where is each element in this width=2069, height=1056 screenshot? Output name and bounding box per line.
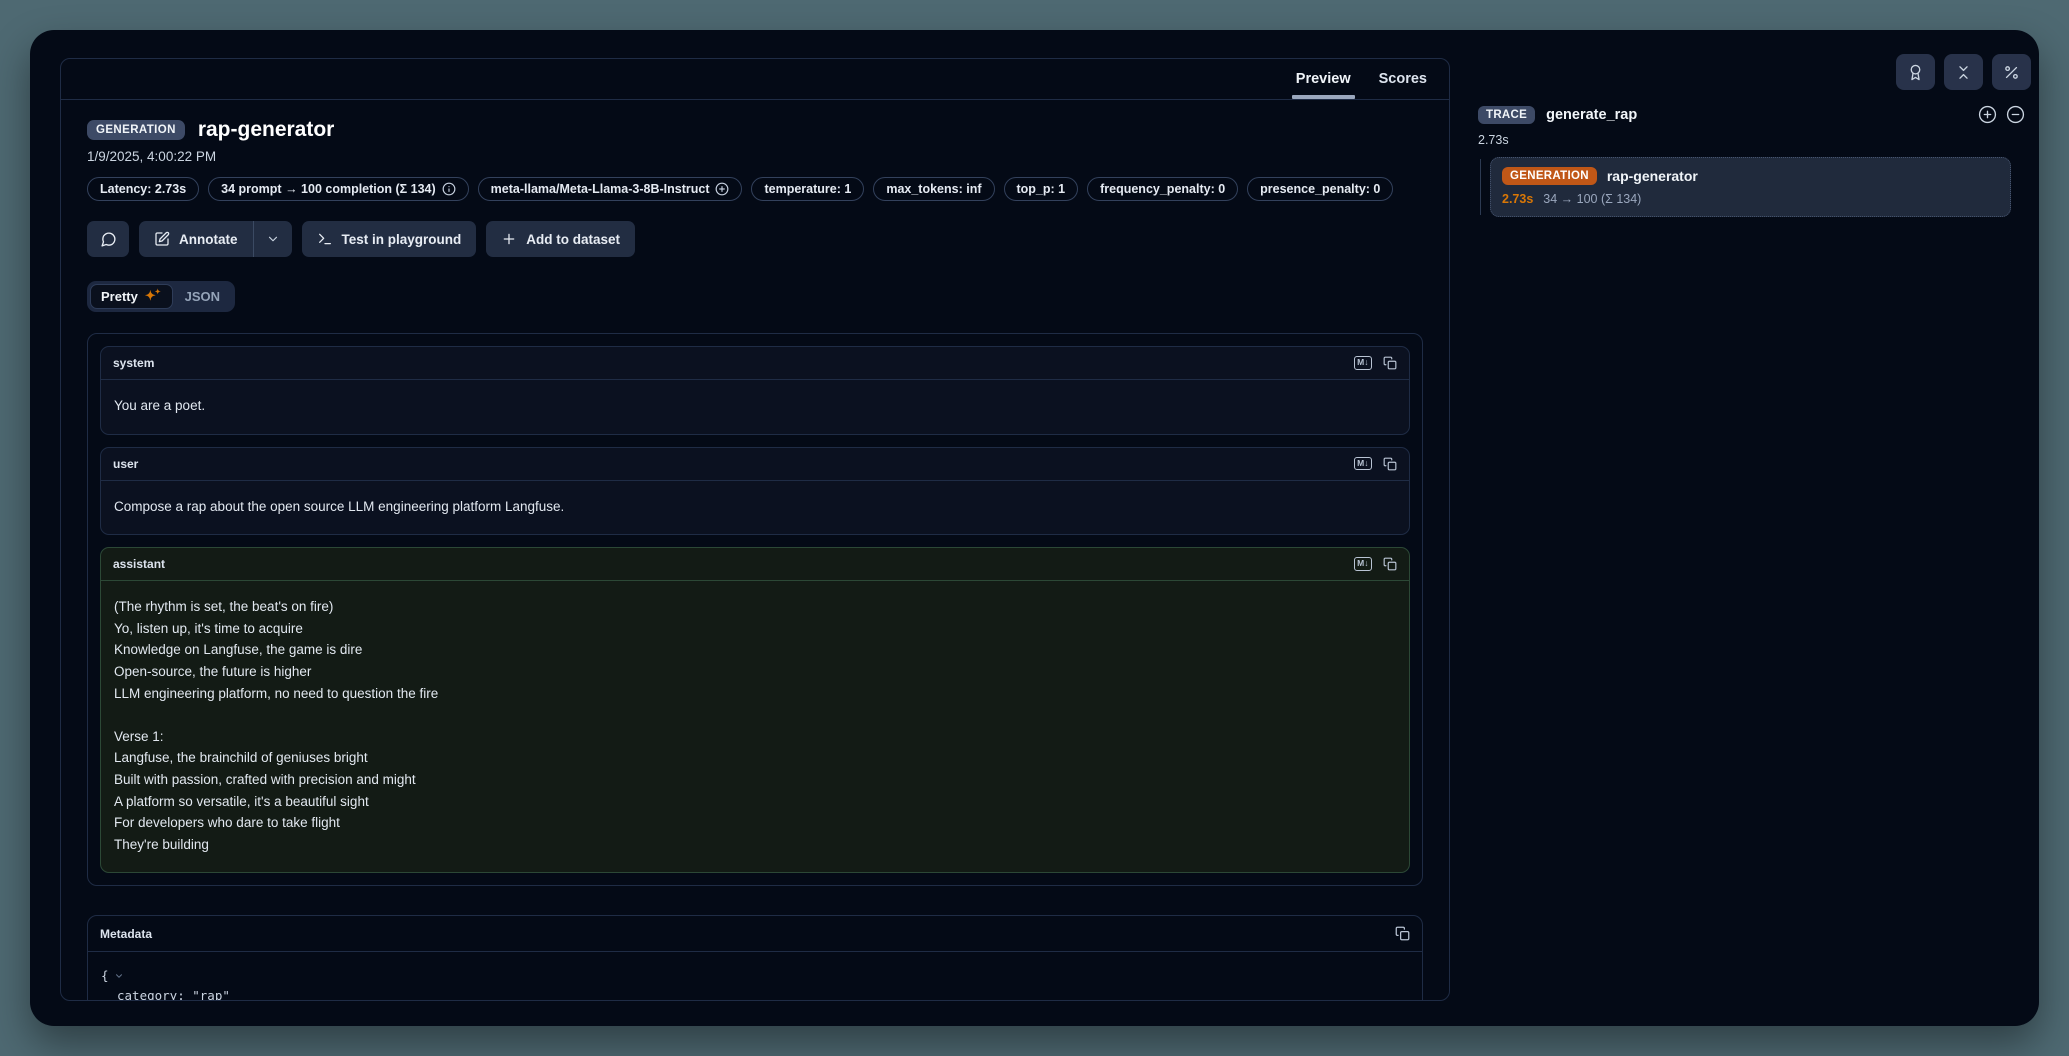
observation-title: rap-generator (198, 118, 335, 142)
token-usage-label: 34 prompt → 100 completion (Σ 134) (221, 182, 436, 196)
assistant-message-content[interactable]: (The rhythm is set, the beat's on fire) … (101, 581, 1409, 872)
plus-icon (501, 231, 517, 247)
trace-type-badge: TRACE (1478, 106, 1535, 124)
collapse-all-icon[interactable] (2006, 105, 2025, 124)
model-label: meta-llama/Meta-Llama-3-8B-Instruct (491, 182, 710, 196)
system-message-panel: system M↓ You are a poet. (100, 346, 1410, 435)
markdown-toggle-icon[interactable]: M↓ (1354, 356, 1372, 370)
json-entry: category: "rap" (101, 986, 1409, 1000)
trace-header-row[interactable]: TRACE generate_rap (1478, 105, 2035, 124)
annotate-split-button: Annotate (139, 221, 292, 257)
scores-award-button[interactable] (1896, 54, 1935, 90)
collapse-chevron-icon[interactable] (114, 969, 124, 984)
tree-indent-line (1480, 159, 1481, 215)
observation-timestamp: 1/9/2025, 4:00:22 PM (87, 149, 1423, 164)
chat-bubble-icon (100, 231, 117, 248)
generation-token-counts: 34 → 100 (Σ 134) (1543, 192, 1641, 206)
pretty-label: Pretty (101, 289, 138, 304)
terminal-icon (317, 231, 333, 247)
system-role-label: system (113, 356, 154, 370)
preview-tabbar: Preview Scores (61, 59, 1449, 100)
annotate-label: Annotate (179, 232, 238, 247)
markdown-toggle-icon[interactable]: M↓ (1354, 557, 1372, 571)
temperature-pill[interactable]: temperature: 1 (751, 177, 864, 201)
annotate-dropdown-button[interactable] (254, 221, 292, 257)
user-message-panel: user M↓ Compose a rap about the open sou… (100, 447, 1410, 536)
user-message-content: Compose a rap about the open source LLM … (101, 481, 1409, 535)
top-p-pill[interactable]: top_p: 1 (1004, 177, 1079, 201)
presence-penalty-pill[interactable]: presence_penalty: 0 (1247, 177, 1393, 201)
action-bar: Annotate Test in playground (87, 221, 1423, 257)
copy-icon[interactable] (1383, 557, 1397, 571)
generation-type-badge: GENERATION (1502, 167, 1597, 185)
metadata-json: { category: "rap" } (88, 952, 1422, 1000)
assistant-role-label: assistant (113, 557, 165, 571)
markdown-toggle-icon[interactable]: M↓ (1354, 457, 1372, 471)
sparkles-icon: ✦ (145, 289, 162, 302)
trace-name: generate_rap (1546, 107, 1637, 123)
copy-icon[interactable] (1395, 926, 1410, 941)
edit-pencil-icon (154, 231, 170, 247)
award-icon (1907, 64, 1924, 81)
add-to-dataset-label: Add to dataset (526, 232, 620, 247)
percent-metrics-button[interactable] (1992, 54, 2031, 90)
metadata-title: Metadata (100, 927, 152, 941)
app-window: Preview Scores GENERATION rap-generator … (30, 30, 2039, 1026)
percent-icon (2003, 64, 2020, 81)
chevrons-collapse-icon (1955, 64, 1972, 81)
copy-icon[interactable] (1383, 457, 1397, 471)
latency-pill[interactable]: Latency: 2.73s (87, 177, 199, 201)
expand-all-icon[interactable] (1978, 105, 1997, 124)
toggle-json[interactable]: JSON (173, 284, 232, 309)
trace-duration: 2.73s (1478, 133, 2035, 147)
system-message-content: You are a poet. (101, 380, 1409, 434)
model-pill[interactable]: meta-llama/Meta-Llama-3-8B-Instruct (478, 177, 743, 201)
trace-tree-panel: TRACE generate_rap 2.73s GENERATION rap-… (1478, 54, 2035, 217)
collapse-panel-button[interactable] (1944, 54, 1983, 90)
playground-label: Test in playground (342, 232, 462, 247)
annotate-button[interactable]: Annotate (139, 221, 253, 257)
io-view-toggle: Pretty ✦ JSON (87, 281, 235, 312)
frequency-penalty-pill[interactable]: frequency_penalty: 0 (1087, 177, 1238, 201)
observation-tree: GENERATION rap-generator 2.73s 34 → 100 … (1478, 157, 2011, 217)
generation-duration: 2.73s (1502, 192, 1533, 206)
tab-preview[interactable]: Preview (1282, 59, 1365, 99)
comments-button[interactable] (87, 221, 129, 257)
tree-item-rap-generator[interactable]: GENERATION rap-generator 2.73s 34 → 100 … (1490, 157, 2011, 217)
info-icon (442, 182, 456, 196)
trace-toolbar (1478, 54, 2035, 90)
attribute-pills: Latency: 2.73s 34 prompt → 100 completio… (87, 177, 1423, 201)
user-role-label: user (113, 457, 138, 471)
assistant-message-panel: assistant M↓ (The rhythm is set, the bea… (100, 547, 1410, 873)
add-to-dataset-button[interactable]: Add to dataset (486, 221, 635, 257)
preview-body: GENERATION rap-generator 1/9/2025, 4:00:… (61, 100, 1449, 1000)
max-tokens-pill[interactable]: max_tokens: inf (873, 177, 994, 201)
messages-container: system M↓ You are a poet. user (87, 333, 1423, 886)
playground-button[interactable]: Test in playground (302, 221, 477, 257)
tab-scores[interactable]: Scores (1365, 59, 1441, 99)
chevron-down-icon (266, 232, 280, 246)
token-usage-pill[interactable]: 34 prompt → 100 completion (Σ 134) (208, 177, 469, 201)
observation-preview-card: Preview Scores GENERATION rap-generator … (60, 58, 1450, 1001)
toggle-pretty[interactable]: Pretty ✦ (90, 284, 173, 309)
observation-type-badge: GENERATION (87, 120, 185, 140)
json-open-brace: { (101, 968, 109, 983)
generation-name: rap-generator (1607, 168, 1698, 184)
copy-icon[interactable] (1383, 356, 1397, 370)
plus-circle-icon[interactable] (715, 182, 729, 196)
metadata-panel: Metadata { category: "rap" } (87, 915, 1423, 1000)
